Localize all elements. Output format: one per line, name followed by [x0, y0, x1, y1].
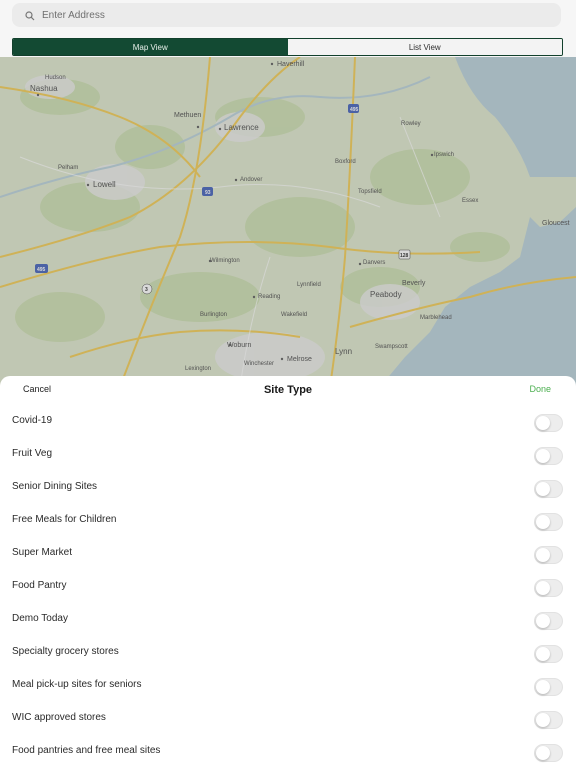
search-bar[interactable]	[12, 3, 561, 27]
meal-pickup-sites-for-seniors-toggle[interactable]	[534, 678, 563, 696]
fruit-veg-toggle[interactable]	[534, 447, 563, 465]
option-label: Food Pantry	[12, 580, 67, 591]
option-label: WIC approved stores	[12, 712, 106, 723]
list-view-tab[interactable]: List View	[287, 39, 562, 55]
toggle-knob	[536, 746, 550, 760]
option-label: Fruit Veg	[12, 448, 53, 459]
toggle-knob	[536, 416, 550, 430]
map-view-tab[interactable]: Map View	[13, 39, 288, 55]
toggle-knob	[536, 548, 550, 562]
list-item: Senior Dining Sites	[0, 472, 576, 505]
toggle-knob	[536, 647, 550, 661]
site-type-sheet: Cancel Site Type Done Covid-19 Fruit Veg…	[0, 376, 576, 768]
done-button[interactable]: Done	[529, 384, 551, 394]
list-item: Demo Today	[0, 604, 576, 637]
toggle-knob	[536, 581, 550, 595]
toggle-knob	[536, 614, 550, 628]
list-item: Fruit Veg	[0, 439, 576, 472]
option-label: Specialty grocery stores	[12, 646, 119, 657]
wic-approved-stores-toggle[interactable]	[534, 711, 563, 729]
list-item: WIC approved stores	[0, 703, 576, 736]
list-item: Specialty grocery stores	[0, 637, 576, 670]
search-icon	[24, 9, 36, 21]
option-label: Covid-19	[12, 415, 53, 426]
map-view[interactable]: Haverhill Nashua Hudson Methuen Lawrence…	[0, 57, 576, 387]
list-item: Food Pantry	[0, 571, 576, 604]
view-toggle: Map View List View	[12, 38, 563, 56]
option-label: Free Meals for Children	[12, 514, 117, 525]
super-market-toggle[interactable]	[534, 546, 563, 564]
address-search-input[interactable]	[42, 9, 522, 21]
toggle-knob	[536, 680, 550, 694]
list-item: Meal pick-up sites for seniors	[0, 670, 576, 703]
covid-19-toggle[interactable]	[534, 414, 563, 432]
option-label: Meal pick-up sites for seniors	[12, 679, 142, 690]
list-item: Super Market	[0, 538, 576, 571]
senior-dining-sites-toggle[interactable]	[534, 480, 563, 498]
toggle-knob	[536, 482, 550, 496]
demo-today-toggle[interactable]	[534, 612, 563, 630]
food-pantries-and-free-meal-sites-toggle[interactable]	[534, 744, 563, 762]
option-label: Senior Dining Sites	[12, 481, 98, 492]
option-label: Demo Today	[12, 613, 68, 624]
map-dim-overlay	[0, 57, 576, 387]
free-meals-for-children-toggle[interactable]	[534, 513, 563, 531]
list-item: Food pantries and free meal sites	[0, 736, 576, 768]
option-label: Super Market	[12, 547, 73, 558]
toggle-knob	[536, 515, 550, 529]
specialty-grocery-stores-toggle[interactable]	[534, 645, 563, 663]
option-label: Food pantries and free meal sites	[12, 745, 161, 756]
list-item: Covid-19	[0, 406, 576, 439]
toggle-knob	[536, 449, 550, 463]
list-item: Free Meals for Children	[0, 505, 576, 538]
sheet-header: Cancel Site Type Done	[0, 376, 576, 406]
sheet-title: Site Type	[263, 384, 313, 396]
toggle-knob	[536, 713, 550, 727]
food-pantry-toggle[interactable]	[534, 579, 563, 597]
